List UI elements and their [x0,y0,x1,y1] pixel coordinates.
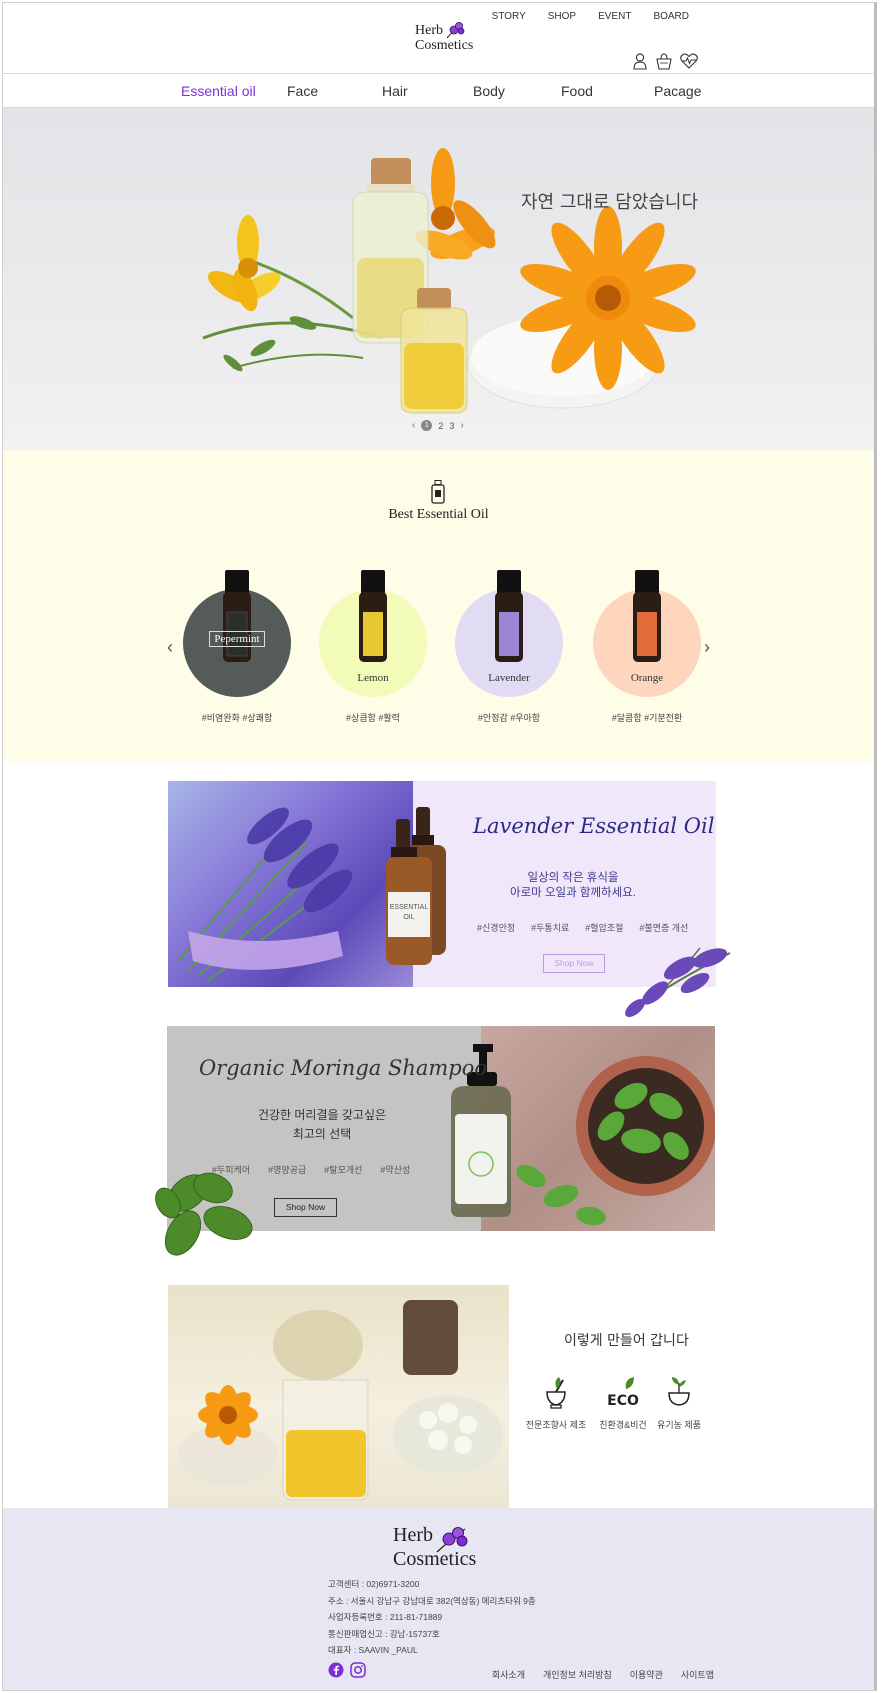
brand-line-2: Cosmetics [415,38,474,53]
footer-link-about[interactable]: 회사소개 [492,1668,525,1681]
oil-bottle-image [495,570,523,662]
lavender-subtitle: 일상의 작은 휴식을 아로마 오일과 함께하세요. [438,871,708,901]
oil-bottle-image [223,570,251,662]
topnav-board[interactable]: BOARD [653,11,689,22]
lavender-tags: #신경안정 #두통치료 #혈압조절 #불면증 개선 [477,921,688,934]
process-label: 유기농 제품 [657,1420,701,1430]
lavender-sprig-image [625,947,731,1017]
hero-title: 자연 그대로 담았습니다 [521,192,699,213]
moringa-shop-now-button[interactable]: Shop Now [274,1198,337,1217]
svg-text:ECO: ECO [607,1393,639,1409]
footer-links: 회사소개 개인정보 처리방침 이용약관 사이트맵 [492,1668,714,1681]
moringa-subtitle: 건강한 머리결을 갖고싶은 최고의 선택 [217,1106,427,1144]
process-item-organic: 유기농 제품 [639,1375,719,1431]
hero-pager: ‹ 1 2 3 › [412,420,464,431]
chevron-right-icon[interactable]: › [704,637,710,658]
flower-icon [435,1525,469,1553]
ingredients-image [168,1285,509,1508]
nav-face[interactable]: Face [287,83,318,99]
oil-tags: #달콤함 #기분전환 [611,713,683,723]
mortar-icon [539,1375,573,1411]
sprout-bowl-icon [662,1375,696,1411]
chevron-left-icon[interactable]: ‹ [412,420,415,431]
shopping-bag-icon[interactable] [655,52,673,70]
tag: #혈압조절 [585,923,624,933]
tag: #영양공급 [268,1165,307,1175]
top-nav: STORY SHOP EVENT BOARD [492,11,689,22]
oil-tags: #안정감 #우아함 [477,713,541,723]
best-title: Best Essential Oil [388,507,489,522]
moringa-subtitle-line-2: 최고의 선택 [292,1127,352,1141]
topnav-story[interactable]: STORY [492,11,526,22]
basil-leaves-image [155,1172,253,1256]
nav-hair[interactable]: Hair [382,83,408,99]
footer-info-line: 주소 : 서울시 강남구 강남대로 382(역삼동) 메리츠타워 9층 [328,1595,536,1606]
instagram-icon[interactable] [350,1662,366,1678]
nav-pacage[interactable]: Pacage [654,83,701,99]
topnav-shop[interactable]: SHOP [548,11,576,22]
oil-name: Lavender [488,672,530,684]
tag: #신경안정 [477,923,516,933]
flower-icon [445,21,465,39]
header: Herb Cosmetics STORY SHOP EVENT BOARD [3,3,874,73]
oil-name: Pepermint [183,631,291,647]
footer-link-sitemap[interactable]: 사이트맵 [681,1668,714,1681]
main-nav: Essential oil Face Hair Body Food Pacage [3,73,874,108]
brand-logo[interactable]: Herb Cosmetics [415,21,474,53]
moringa-subtitle-line-1: 건강한 머리결을 갖고싶은 [257,1108,387,1122]
pager-dot-active[interactable]: 1 [421,420,433,431]
tag: #약산성 [380,1165,411,1175]
lavender-subtitle-line-1: 일상의 작은 휴식을 [527,872,619,884]
pager-dot[interactable]: 2 [438,421,443,431]
user-icon[interactable] [631,52,649,70]
chevron-right-icon[interactable]: › [460,420,463,431]
eco-icon: ECO [606,1375,640,1411]
oil-name: Lemon [357,672,389,684]
lavender-subtitle-line-2: 아로마 오일과 함께하세요. [510,887,636,899]
nav-food[interactable]: Food [561,83,593,99]
oil-name: Orange [630,672,664,684]
facebook-icon[interactable] [328,1662,344,1678]
pager-dot[interactable]: 3 [449,421,454,431]
tag: #탈모개선 [324,1165,363,1175]
footer-info: 고객센터 : 02)6971-3200 주소 : 서울시 강남구 강남대로 38… [328,1576,536,1659]
page: Herb Cosmetics STORY SHOP EVENT BOARD Es… [2,2,877,1691]
footer-info-line: 대표자 : SAAVIN _PAUL [328,1645,418,1655]
footer-logo[interactable]: Herb Cosmetics [393,1523,476,1571]
footer-link-privacy[interactable]: 개인정보 처리방침 [543,1668,612,1681]
topnav-event[interactable]: EVENT [598,11,631,22]
basil-pot-image [481,1026,715,1231]
user-icons [631,52,698,70]
svg-text:ESSENTIAL: ESSENTIAL [390,904,429,911]
bottle-icon [430,480,446,504]
hero-image [202,148,696,414]
lavender-image [168,781,413,987]
heart-pulse-icon[interactable] [679,52,698,70]
svg-text:OIL: OIL [403,914,414,921]
chevron-left-icon[interactable]: ‹ [167,637,173,658]
oil-tags: #비염완화 #상쾌함 [201,713,273,723]
moringa-banner: Organic Moringa Shampoo 건강한 머리결을 갖고싶은 최고… [155,1026,715,1256]
footer-info-line: 사업자등록번호 : 211-81-71889 [328,1612,443,1622]
oil-bottle-image [633,570,661,662]
footer: Herb Cosmetics 고객센터 : 02)6971-3200 주소 : … [3,1508,874,1690]
nav-body[interactable]: Body [473,83,505,99]
tag: #불면증 개선 [639,923,689,933]
hero-banner: 자연 그대로 담았습니다 ‹ 1 2 3 › [3,108,874,450]
oil-bottle-image [359,570,387,662]
lavender-banner: ESSENTIAL OIL Lavender Essential Oil 일상의… [168,781,731,1017]
nav-essential-oil[interactable]: Essential oil [181,83,256,99]
footer-link-terms[interactable]: 이용약관 [630,1668,663,1681]
footer-info-line: 고객센터 : 02)6971-3200 [328,1579,420,1589]
footer-info-line: 통신판매업신고 : 강남-15737호 [328,1628,440,1639]
process-title: 이렇게 만들어 갑니다 [564,1333,689,1349]
tag: #두통치료 [531,923,570,933]
oil-tags: #상큼함 #활력 [346,713,400,723]
footer-social [328,1662,366,1678]
moringa-title: Organic Moringa Shampoo [199,1056,488,1080]
lavender-shop-now-button[interactable]: Shop Now [543,954,605,973]
lavender-title: Lavender Essential Oil [473,814,715,838]
best-essential-oil-section: Best Essential Oil ‹ › Pepermint #비염완화 #… [3,450,874,762]
